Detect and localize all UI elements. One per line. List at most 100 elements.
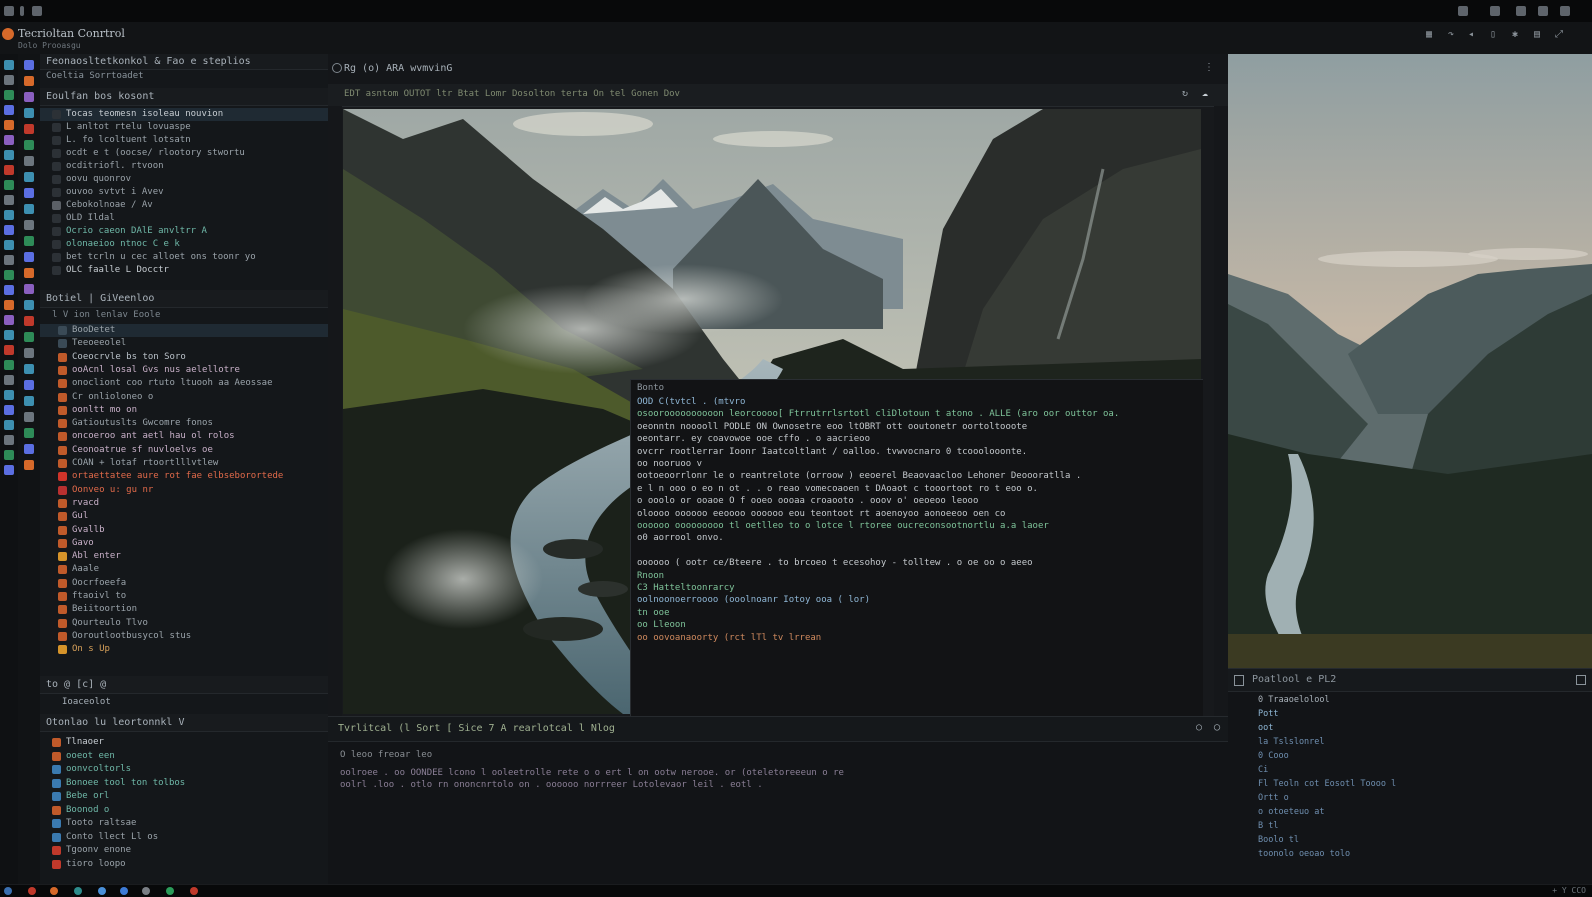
tree-item[interactable]: rvacd [40,497,346,510]
section-header-1[interactable]: Eoulfan bos kosont [40,88,328,106]
tree-item[interactable]: OLD Ildal [40,212,340,225]
system-menu-icon[interactable] [4,6,14,16]
tree-item[interactable]: Aaale [40,563,346,576]
tool-icon[interactable] [24,364,34,374]
tray-icon-2[interactable] [1490,6,1500,16]
tool-icon[interactable] [24,220,34,230]
activity-icon[interactable] [4,345,14,355]
tray-status[interactable]: + Y CCO [1552,885,1586,897]
tree-item[interactable]: onocliont coo rtuto ltuooh aa Aeossae [40,377,346,390]
tree-item[interactable]: Ocrio caeon DAlE anvltrr A [40,225,340,238]
panel-menu-icon[interactable] [1576,675,1586,685]
outline-item[interactable]: toonolo oeoao tolo [1258,849,1588,860]
tree-item[interactable]: Cr onlioloneo o [40,391,346,404]
search-icon[interactable]: ○ [1196,722,1202,733]
tree-item[interactable]: Oonveo u: gu nr [40,484,346,497]
tree-item[interactable]: Abl enter [40,550,346,563]
tool-icon[interactable] [24,252,34,262]
toggle-icon[interactable]: ◯ [1214,722,1220,733]
activity-icon[interactable] [4,360,14,370]
tree-item[interactable]: ooAcnl losal Gvs nus aelellotre [40,364,346,377]
activity-icon[interactable] [4,450,14,460]
tree-item[interactable]: Tgoonv enone [40,844,340,857]
tree-item[interactable]: ftaoivl to [40,590,346,603]
tool-icon[interactable] [24,316,34,326]
app-icon-2[interactable] [50,887,58,895]
tree-item[interactable]: Conto llect Ll os [40,831,340,844]
activity-icon[interactable] [4,180,14,190]
tree-item[interactable]: Ceonoatrue sf nuvloelvs oe [40,444,346,457]
tree-item[interactable]: Teeoeeolel [40,337,346,350]
tree-item[interactable]: ocdt e t (oocse/ rlootory stwortu [40,147,340,160]
activity-icon[interactable] [4,210,14,220]
activity-icon[interactable] [4,465,14,475]
tree-item[interactable]: ooeot een [40,750,340,763]
activity-icon[interactable] [4,120,14,130]
section-header-3[interactable]: Otonlao lu leortonnkl V [40,714,328,732]
tree-item[interactable]: tioro loopo [40,858,340,871]
app-icon-4[interactable] [98,887,106,895]
tree-item[interactable]: oovu quonrov [40,173,340,186]
outline-item[interactable]: Pott [1258,709,1588,720]
grid-icon[interactable]: ▦ [1424,30,1434,40]
tool-icon[interactable] [24,284,34,294]
outline-item[interactable]: Ci [1258,765,1588,776]
footer-row[interactable]: Ioaceolot [40,696,350,709]
tool-icon[interactable] [24,412,34,422]
outline-item[interactable]: 0 Traaoelolool [1258,695,1588,706]
tree-item[interactable]: Gavo [40,537,346,550]
activity-icon[interactable] [4,150,14,160]
activity-icon[interactable] [4,315,14,325]
app-icon-1[interactable] [28,887,36,895]
tool-icon[interactable] [24,204,34,214]
tree-item[interactable]: Oocrfoeefa [40,577,346,590]
outline-item[interactable]: B tl [1258,821,1588,832]
activity-icon[interactable] [4,60,14,70]
activity-icon[interactable] [4,330,14,340]
tree-item[interactable]: OLC faalle L Docctr [40,264,340,277]
tool-icon[interactable] [24,140,34,150]
tree-item[interactable]: bet tcrln u cec alloet ons toonr yo [40,251,340,264]
tree-item[interactable]: COAN + lotaf rtoortlllvtlew [40,457,346,470]
app-icon-3[interactable] [74,887,82,895]
outline-item[interactable]: o otoeteuo at [1258,807,1588,818]
tool-icon[interactable] [24,76,34,86]
outline-item[interactable]: la Tslslonrel [1258,737,1588,748]
speaker-icon[interactable]: ◂ [1466,30,1476,40]
tree-item[interactable]: Bebe orl [40,790,340,803]
activity-icon[interactable] [4,420,14,430]
tool-icon[interactable] [24,172,34,182]
activity-icon[interactable] [4,90,14,100]
tool-icon[interactable] [24,460,34,470]
activity-icon[interactable] [4,165,14,175]
activity-icon[interactable] [4,285,14,295]
activity-icon[interactable] [4,375,14,385]
tray-icon-1[interactable] [1458,6,1468,16]
activity-icon[interactable] [4,105,14,115]
tool-icon[interactable] [24,92,34,102]
activity-icon[interactable] [4,390,14,400]
tree-item[interactable]: Beiitoortion [40,603,346,616]
tree-item[interactable]: ortaettatee aure rot fae elbseborortede [40,470,346,483]
tree-item[interactable]: Coeocrvle bs ton Soro [40,351,346,364]
tool-icon[interactable] [24,108,34,118]
layout-icon[interactable]: ▤ [1532,30,1542,40]
activity-icon[interactable] [4,240,14,250]
activity-icon[interactable] [4,435,14,445]
app-icon-6[interactable] [142,887,150,895]
activity-icon[interactable] [4,255,14,265]
tree-item[interactable]: Cebokolnoae / Av [40,199,340,212]
activity-icon[interactable] [4,405,14,415]
tree-item[interactable]: oonvcoltorls [40,763,340,776]
tool-icon[interactable] [24,396,34,406]
tool-icon[interactable] [24,236,34,246]
tray-icon-3[interactable] [1516,6,1526,16]
tree-item[interactable]: Tocas teomesn isoleau nouvion [40,108,340,121]
tray-icon-4[interactable] [1538,6,1548,16]
editor-tab[interactable]: Rg (o) ARA wvmvinG [344,63,452,74]
tool-icon[interactable] [24,348,34,358]
activity-icon[interactable] [4,195,14,205]
section-header-2[interactable]: Botiel | GiVeenloo [40,290,328,308]
tree-item[interactable]: Gvallb [40,524,346,537]
tree-item[interactable]: Tlnaoer [40,736,340,749]
